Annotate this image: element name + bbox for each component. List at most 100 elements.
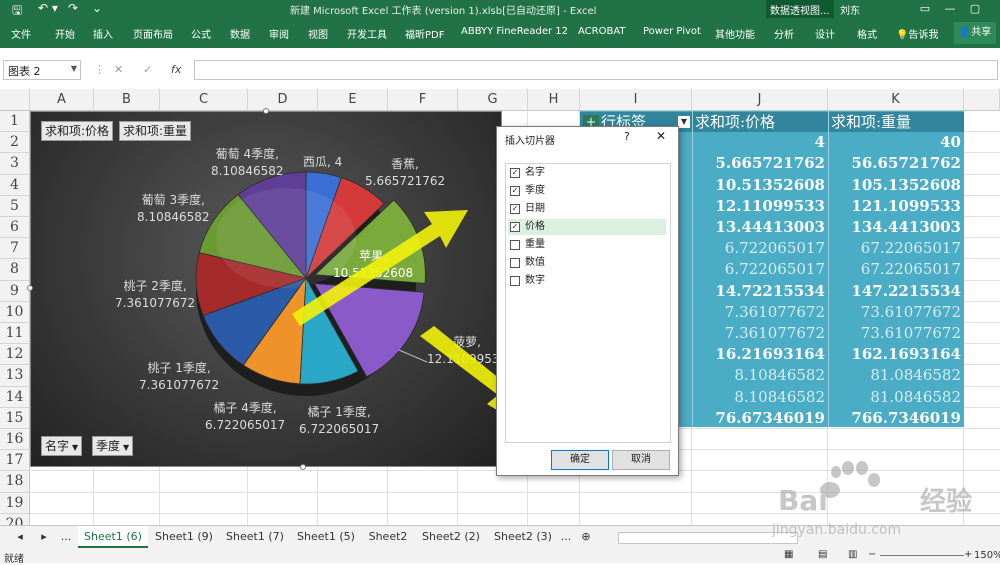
pivot-price-cell[interactable]: 4 [692,132,828,153]
name-box[interactable]: 图表 2 ▼ [3,60,81,80]
cancel-button[interactable]: 取消 [612,450,670,470]
row-header[interactable]: 12 [0,344,30,366]
tab-data[interactable]: 数据 [230,26,250,41]
select-all-corner[interactable] [0,89,30,111]
sheet-tab[interactable]: Sheet2 [362,526,414,548]
tell-me[interactable]: 💡告诉我 [896,26,938,41]
pivot-weight-cell[interactable]: 162.1693164 [828,344,964,365]
row-header[interactable]: 1 [0,111,30,133]
checkbox[interactable] [510,258,520,268]
column-header[interactable]: D [248,89,318,111]
pivot-weight-cell[interactable]: 134.4413003 [828,217,964,238]
tab-insert[interactable]: 插入 [93,26,113,41]
pivot-price-cell[interactable]: 5.665721762 [692,153,828,174]
scroll-right-icon[interactable]: ▸ [38,526,50,548]
page-layout-icon[interactable]: ▤ [818,549,827,560]
pivot-price-cell[interactable]: 8.10846582 [692,365,828,386]
tab-power-pivot[interactable]: Power Pivot [643,26,701,37]
pivot-price-cell[interactable]: 76.67346019 [692,408,828,429]
pivot-weight-cell[interactable]: 81.0846582 [828,387,964,408]
row-header[interactable]: 20 [0,513,30,525]
row-header[interactable]: 17 [0,450,30,472]
row-header[interactable]: 19 [0,492,30,514]
pivot-weight-cell[interactable]: 73.61077672 [828,302,964,323]
close-icon[interactable]: ✕ [656,129,666,143]
slicer-field[interactable]: ✓ 季度 [508,183,666,199]
sheet-tab[interactable]: Sheet1 (7) [220,526,290,548]
column-header[interactable]: J [692,89,828,111]
row-header[interactable]: 3 [0,153,30,175]
tab-abbyy[interactable]: ABBYY FineReader 12 [461,26,568,37]
tab-developer[interactable]: 开发工具 [347,26,387,41]
zoom-in-icon[interactable]: + [964,549,972,560]
checkbox[interactable]: ✓ [510,168,520,178]
column-header[interactable]: C [160,89,248,111]
undo-icon[interactable]: ↶ ▾ [38,1,58,15]
chevron-down-icon[interactable]: ▼ [71,64,77,73]
pivot-price-cell[interactable]: 10.51352608 [692,175,828,196]
sheet-tab[interactable]: Sheet2 (3) [488,526,558,548]
maximize-icon[interactable]: ▢ [960,0,990,18]
tab-review[interactable]: 审阅 [269,26,289,41]
zoom-slider[interactable] [880,555,964,556]
formula-input[interactable] [194,60,998,80]
resize-handle[interactable] [300,464,306,470]
share-button[interactable]: 👤共享 [954,22,996,44]
pivot-price-cell[interactable]: 7.361077672 [692,323,828,344]
column-header[interactable]: E [318,89,388,111]
tab-page-layout[interactable]: 页面布局 [133,26,173,41]
filter-dropdown-icon[interactable]: ▼ [678,116,690,128]
tab-other[interactable]: 其他功能 [715,26,755,41]
pivot-weight-cell[interactable]: 40 [828,132,964,153]
help-icon[interactable]: ? [624,130,630,143]
row-header[interactable]: 10 [0,301,30,323]
row-header[interactable]: 9 [0,280,30,302]
insert-function-icon[interactable]: fx [171,63,181,76]
row-header[interactable]: 14 [0,386,30,408]
resize-handle[interactable] [27,285,33,291]
pivot-header-weight[interactable]: 求和项:重量 [828,112,964,132]
pivot-weight-cell[interactable]: 121.1099533 [828,196,964,217]
checkbox[interactable] [510,276,520,286]
sheet-tab[interactable]: Sheet2 (2) [416,526,486,548]
cancel-icon[interactable]: ✕ [114,63,123,76]
pivot-weight-cell[interactable]: 56.65721762 [828,153,964,174]
slicer-field[interactable]: ✓ 日期 [508,201,666,217]
redo-icon[interactable]: ↷ [68,1,78,15]
user-name[interactable]: 刘东 [840,2,860,17]
pivot-weight-cell[interactable]: 766.7346019 [828,408,964,429]
pivot-header-price[interactable]: 求和项:价格 [692,112,828,132]
tab-formulas[interactable]: 公式 [191,26,211,41]
row-header[interactable]: 15 [0,407,30,429]
add-sheet-icon[interactable]: ⊕ [578,526,594,548]
row-header[interactable]: 8 [0,259,30,281]
column-header[interactable]: G [458,89,528,111]
pivot-price-cell[interactable]: 12.11099533 [692,196,828,217]
tab-analyze[interactable]: 分析 [774,26,794,41]
row-header[interactable]: 18 [0,471,30,493]
zoom-level[interactable]: 150% [974,550,1000,561]
tab-design[interactable]: 设计 [815,26,835,41]
pivot-weight-cell[interactable]: 147.2215534 [828,281,964,302]
pivot-price-cell[interactable]: 14.72215534 [692,281,828,302]
checkbox[interactable] [510,240,520,250]
slicer-field[interactable]: 重量 [508,237,666,253]
column-header[interactable]: K [828,89,964,111]
enter-icon[interactable]: ✓ [143,63,152,76]
pivot-price-cell[interactable]: 6.722065017 [692,259,828,280]
row-header[interactable]: 6 [0,217,30,239]
tab-view[interactable]: 视图 [308,26,328,41]
insert-slicer-dialog[interactable]: 插入切片器 ? ✕ ✓ 名字 ✓ 季度 ✓ 日期 ✓ 价格 重量 数值 数字 确定 取消 [496,126,679,476]
sheet-tab-active[interactable]: Sheet1 (6) [78,526,148,548]
row-header[interactable]: 7 [0,238,30,260]
more-sheets-icon[interactable]: ... [560,526,572,548]
pivotchart-context-tab[interactable]: 数据透视图... [766,0,834,18]
pivot-price-cell[interactable]: 16.21693164 [692,344,828,365]
more-sheets-icon[interactable]: ... [58,526,74,548]
page-break-icon[interactable]: ▥ [848,549,857,560]
pivot-weight-cell[interactable]: 105.1352608 [828,175,964,196]
column-header[interactable]: H [528,89,580,111]
tab-acrobat[interactable]: ACROBAT [578,26,626,37]
row-header[interactable]: 13 [0,365,30,387]
checkbox[interactable]: ✓ [510,186,520,196]
